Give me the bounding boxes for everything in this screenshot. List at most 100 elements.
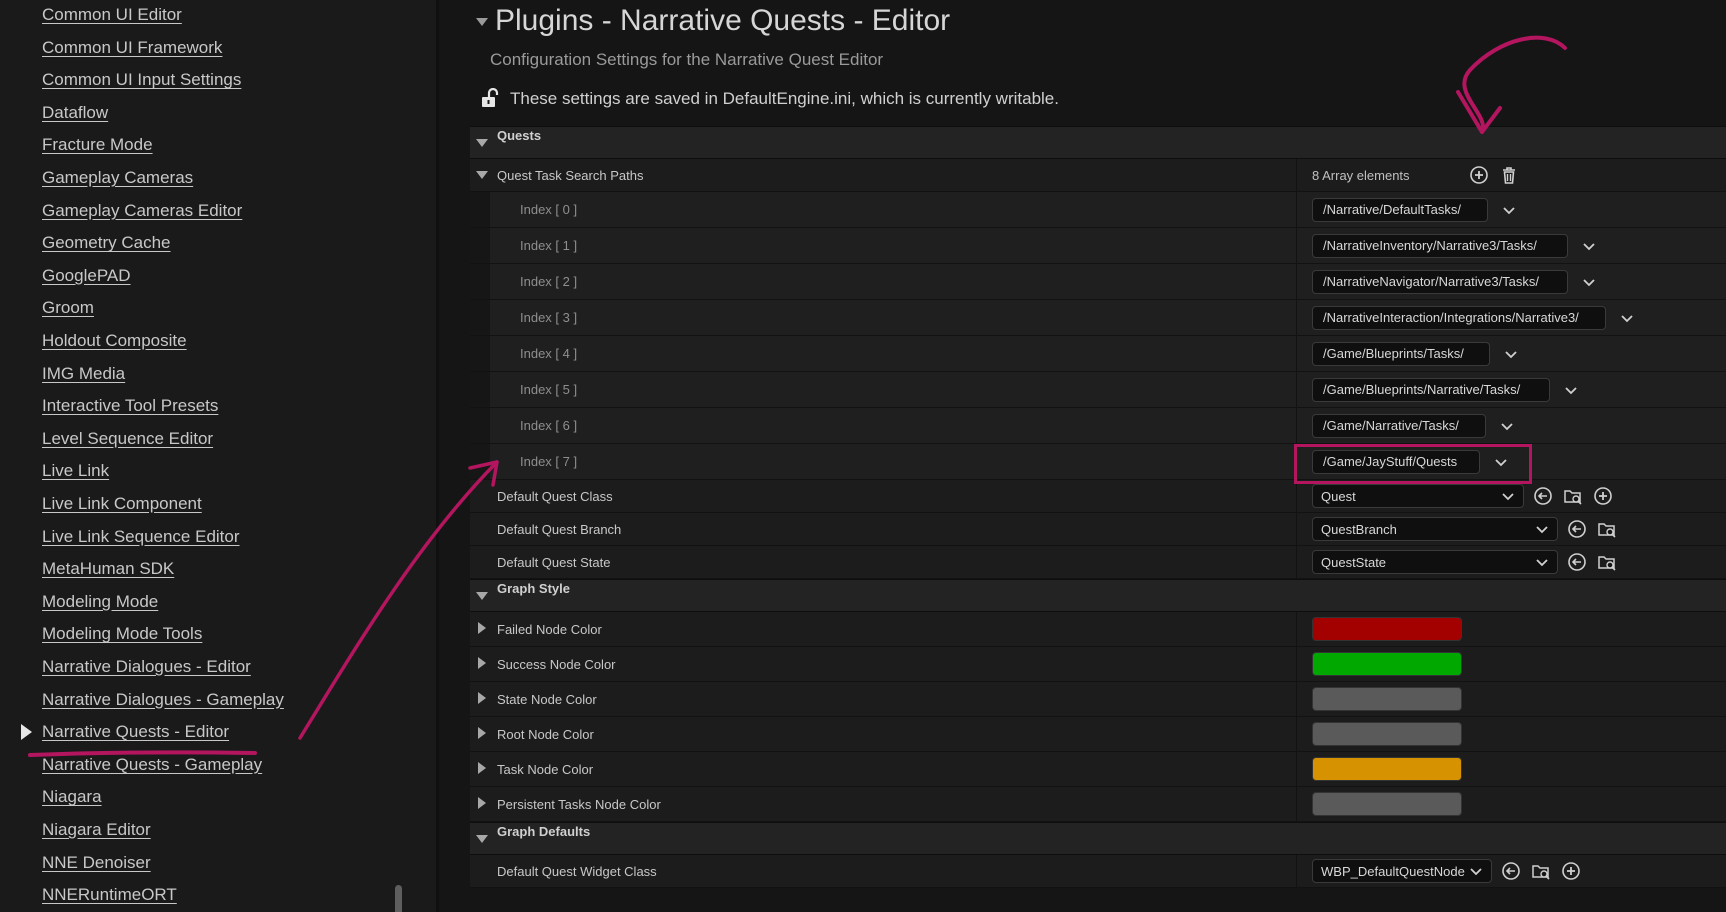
sidebar-item[interactable]: Common UI Framework xyxy=(0,32,420,64)
browse-folder-icon[interactable] xyxy=(1562,485,1584,507)
sidebar-item[interactable]: Live Link Sequence Editor xyxy=(0,521,420,553)
browse-folder-icon[interactable] xyxy=(1596,518,1618,540)
sidebar-item[interactable]: Gameplay Cameras xyxy=(0,162,420,194)
sidebar-item[interactable]: Narrative Dialogues - Editor xyxy=(0,651,420,683)
expand-arrow-icon[interactable] xyxy=(478,762,486,774)
use-selected-icon[interactable] xyxy=(1566,551,1588,573)
sidebar-item[interactable]: IMG Media xyxy=(0,358,420,390)
sidebar-item[interactable]: Common UI Editor xyxy=(0,0,420,31)
category-label: Quests xyxy=(497,128,542,143)
combo-value: QuestState xyxy=(1321,554,1387,570)
property-value-cell xyxy=(1298,612,1726,646)
add-new-icon[interactable] xyxy=(1592,485,1614,507)
path-input[interactable]: /Game/Blueprints/Narrative/Tasks/ xyxy=(1312,377,1550,402)
sidebar-item-label: Narrative Quests - Editor xyxy=(42,722,230,742)
use-selected-icon[interactable] xyxy=(1500,860,1522,882)
color-swatch[interactable] xyxy=(1312,687,1462,711)
use-selected-icon[interactable] xyxy=(1532,485,1554,507)
sidebar-item[interactable]: Gameplay Cameras Editor xyxy=(0,195,420,227)
chevron-down-icon[interactable] xyxy=(1502,203,1516,217)
sidebar-item[interactable]: Geometry Cache xyxy=(0,227,420,259)
default-widget-class-combo[interactable]: WBP_DefaultQuestNode xyxy=(1312,859,1492,883)
property-name-cell: Success Node Color xyxy=(470,647,1297,681)
add-element-icon[interactable] xyxy=(1468,164,1490,186)
chevron-down-icon[interactable] xyxy=(1620,311,1634,325)
color-swatch[interactable] xyxy=(1312,652,1462,676)
sidebar-item[interactable]: Narrative Quests - Gameplay xyxy=(0,749,420,781)
sidebar-item[interactable]: Interactive Tool Presets xyxy=(0,390,420,422)
expand-arrow-icon[interactable] xyxy=(476,171,488,179)
expand-arrow-icon[interactable] xyxy=(476,835,488,843)
sidebar-splitter[interactable] xyxy=(436,0,439,912)
default-quest-state-combo[interactable]: QuestState xyxy=(1312,550,1558,574)
path-input[interactable]: /Game/Narrative/Tasks/ xyxy=(1312,413,1486,438)
sidebar-item[interactable]: Live Link xyxy=(0,455,420,487)
color-swatch[interactable] xyxy=(1312,617,1462,641)
sidebar-item[interactable]: Narrative Dialogues - Gameplay xyxy=(0,684,420,716)
browse-folder-icon[interactable] xyxy=(1530,860,1552,882)
property-name-cell: Default Quest Class xyxy=(470,480,1297,512)
element-index-label: Index [ 7 ] xyxy=(520,454,578,469)
array-element-row: Index [ 4 ] /Game/Blueprints/Tasks/ xyxy=(470,336,1726,372)
property-value-cell: 8 Array elements xyxy=(1298,159,1726,191)
use-selected-icon[interactable] xyxy=(1566,518,1588,540)
sidebar-item[interactable]: Modeling Mode xyxy=(0,586,420,618)
default-quest-branch-combo[interactable]: QuestBranch xyxy=(1312,517,1558,541)
expand-arrow-icon[interactable] xyxy=(476,139,488,147)
sidebar-item[interactable]: Groom xyxy=(0,292,420,324)
expand-arrow-icon[interactable] xyxy=(478,657,486,669)
sidebar-item-label: Narrative Dialogues - Editor xyxy=(42,657,251,676)
color-swatch[interactable] xyxy=(1312,757,1462,781)
element-value-cell: /Narrative/DefaultTasks/ xyxy=(1298,192,1726,227)
sidebar-item[interactable]: Common UI Input Settings xyxy=(0,64,420,96)
chevron-down-icon[interactable] xyxy=(1500,419,1514,433)
chevron-down-icon[interactable] xyxy=(1504,347,1518,361)
sidebar-item[interactable]: NNERuntimeORT xyxy=(0,879,420,911)
category-graph-defaults[interactable]: Graph Defaults xyxy=(470,822,1726,855)
sidebar-item[interactable]: Niagara Editor xyxy=(0,814,420,846)
chevron-down-icon[interactable] xyxy=(1582,275,1596,289)
category-quests[interactable]: Quests xyxy=(470,126,1726,159)
sidebar-item[interactable]: GooglePAD xyxy=(0,260,420,292)
trash-icon[interactable] xyxy=(1498,164,1520,186)
sidebar-item[interactable]: Dataflow xyxy=(0,97,420,129)
array-element-row: Index [ 2 ] /NarrativeNavigator/Narrative… xyxy=(470,264,1726,300)
default-quest-class-combo[interactable]: Quest xyxy=(1312,484,1524,508)
collapse-section-icon[interactable] xyxy=(476,18,488,26)
path-input[interactable]: /NarrativeInteraction/Integrations/Narra… xyxy=(1312,305,1606,330)
default-quest-branch-row: Default Quest Branch QuestBranch xyxy=(470,513,1726,546)
path-input[interactable]: /NarrativeInventory/Narrative3/Tasks/ xyxy=(1312,233,1568,258)
sidebar-item[interactable]: MetaHuman SDK xyxy=(0,553,420,585)
category-graph-style[interactable]: Graph Style xyxy=(470,579,1726,612)
sidebar-item[interactable]: Modeling Mode Tools xyxy=(0,618,420,650)
sidebar-item[interactable]: Niagara xyxy=(0,781,420,813)
expand-arrow-icon[interactable] xyxy=(478,692,486,704)
sidebar-item-label: Modeling Mode Tools xyxy=(42,624,203,644)
sidebar-item[interactable]: NNE Denoiser xyxy=(0,847,420,879)
unlock-icon[interactable] xyxy=(481,88,499,108)
path-input[interactable]: /Game/Blueprints/Tasks/ xyxy=(1312,341,1490,366)
expand-arrow-icon[interactable] xyxy=(478,727,486,739)
element-name-cell: Index [ 4 ] xyxy=(470,336,1297,371)
path-input[interactable]: /NarrativeNavigator/Narrative3/Tasks/ xyxy=(1312,269,1568,294)
expand-arrow-icon[interactable] xyxy=(476,592,488,600)
color-swatch[interactable] xyxy=(1312,722,1462,746)
sidebar-item[interactable]: Fracture Mode xyxy=(0,129,420,161)
chevron-down-icon[interactable] xyxy=(1564,383,1578,397)
property-value-cell xyxy=(1298,647,1726,681)
expand-arrow-icon[interactable] xyxy=(478,797,486,809)
property-label: Default Quest Branch xyxy=(497,521,622,537)
sidebar-item[interactable]: Holdout Composite xyxy=(0,325,420,357)
chevron-down-icon[interactable] xyxy=(1582,239,1596,253)
page-subtitle: Configuration Settings for the Narrative… xyxy=(490,50,884,69)
path-input[interactable]: /Narrative/DefaultTasks/ xyxy=(1312,197,1488,222)
sidebar-item[interactable]: Live Link Component xyxy=(0,488,420,520)
browse-folder-icon[interactable] xyxy=(1596,551,1618,573)
expand-arrow-icon[interactable] xyxy=(478,622,486,634)
sidebar-scrollbar[interactable] xyxy=(395,885,402,912)
color-swatch[interactable] xyxy=(1312,792,1462,816)
add-new-icon[interactable] xyxy=(1560,860,1582,882)
sidebar-item[interactable]: Level Sequence Editor xyxy=(0,423,420,455)
element-value-cell: /NarrativeNavigator/Narrative3/Tasks/ xyxy=(1298,264,1726,299)
sidebar-item[interactable]: Narrative Quests - Editor xyxy=(0,716,420,748)
